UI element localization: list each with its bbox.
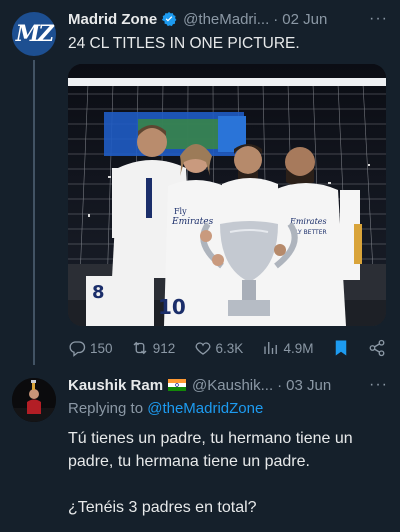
tweet-date[interactable]: 03 Jun	[286, 377, 331, 394]
tweet-actions: 150 912 6.3K 4.9M	[68, 338, 386, 358]
replying-to-line: Replying to @theMadridZone	[68, 400, 263, 417]
tweet-text: Tú tienes un padre, tu hermano tiene un …	[68, 427, 388, 519]
separator: ·	[277, 376, 283, 394]
tweet-madrid-zone[interactable]: MZ Madrid Zone @theMadri... · 02 Jun ···…	[0, 0, 400, 370]
views-button[interactable]: 4.9M	[262, 339, 314, 357]
tweet-text-paragraph-1: Tú tienes un padre, tu hermano tiene un …	[68, 430, 353, 470]
retweet-button[interactable]: 912	[131, 339, 176, 357]
replying-to-label: Replying to	[68, 400, 144, 417]
tweet-media-image[interactable]: 8 8 Fly Emirates 10 Emirates FLY BETTER	[68, 64, 386, 326]
avatar-monogram: MZ	[15, 21, 54, 47]
like-count: 6.3K	[215, 340, 244, 356]
heart-icon	[195, 342, 210, 355]
bookmark-icon	[335, 340, 346, 356]
avatar-madrid-zone[interactable]: MZ	[12, 12, 56, 56]
thread-line	[33, 60, 35, 365]
share-button[interactable]	[368, 339, 386, 357]
views-chart-icon	[263, 342, 277, 354]
tweet-header: Kaushik Ram @Kaushik... · 03 Jun ···	[68, 375, 388, 395]
tweet-text: 24 CL TITLES IN ONE PICTURE.	[68, 35, 300, 52]
more-options-icon[interactable]: ···	[369, 376, 388, 394]
svg-text:8: 8	[92, 282, 105, 303]
svg-text:10: 10	[158, 295, 186, 319]
bookmark-button[interactable]	[332, 339, 350, 357]
verified-badge-icon	[162, 12, 177, 27]
india-flag-icon	[168, 379, 187, 391]
reply-button[interactable]: 150	[68, 339, 113, 357]
tweet-kaushik-ram[interactable]: Kaushik Ram @Kaushik... · 03 Jun ··· Rep…	[0, 370, 400, 532]
avatar-kaushik-ram[interactable]	[12, 378, 56, 422]
trophy-celebration-illustration: 8 8 Fly Emirates 10 Emirates FLY BETTER	[68, 64, 386, 326]
tweet-date[interactable]: 02 Jun	[282, 11, 327, 28]
author-name[interactable]: Kaushik Ram	[68, 377, 163, 394]
like-button[interactable]: 6.3K	[194, 339, 244, 357]
svg-text:Emirates: Emirates	[289, 217, 327, 226]
avatar-image	[12, 378, 56, 422]
retweet-icon	[133, 341, 147, 355]
svg-text:Fly: Fly	[174, 207, 187, 216]
author-handle[interactable]: @theMadri...	[183, 11, 269, 28]
reply-icon	[69, 341, 86, 357]
author-name[interactable]: Madrid Zone	[68, 11, 157, 28]
replying-to-mention[interactable]: @theMadridZone	[147, 400, 263, 417]
views-count: 4.9M	[283, 340, 314, 356]
share-icon	[369, 339, 385, 357]
more-options-icon[interactable]: ···	[369, 10, 388, 28]
author-handle[interactable]: @Kaushik...	[192, 377, 273, 394]
separator: ·	[273, 10, 279, 28]
tweet-text-paragraph-2: ¿Tenéis 3 padres en total?	[68, 499, 257, 516]
tweet-header: Madrid Zone @theMadri... · 02 Jun ···	[68, 9, 388, 29]
retweet-count: 912	[152, 340, 176, 356]
reply-count: 150	[90, 340, 113, 356]
